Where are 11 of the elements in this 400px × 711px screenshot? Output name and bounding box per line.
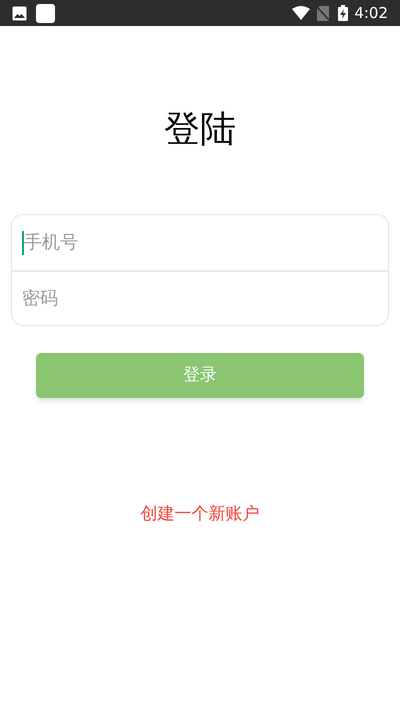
- clock: 4:02: [354, 2, 388, 24]
- create-account-link[interactable]: 创建一个新账户: [140, 502, 260, 528]
- app-icon: [36, 4, 55, 22]
- page-title: 登陆: [163, 108, 237, 152]
- wifi-icon: [292, 6, 310, 20]
- input-field[interactable]: 手机号: [24, 229, 378, 256]
- no-sim-icon: [317, 6, 330, 20]
- input-field[interactable]: 密码: [22, 285, 378, 312]
- image-icon: [12, 6, 27, 20]
- login-button[interactable]: 登录: [36, 353, 364, 398]
- battery-charging-icon: [338, 5, 348, 21]
